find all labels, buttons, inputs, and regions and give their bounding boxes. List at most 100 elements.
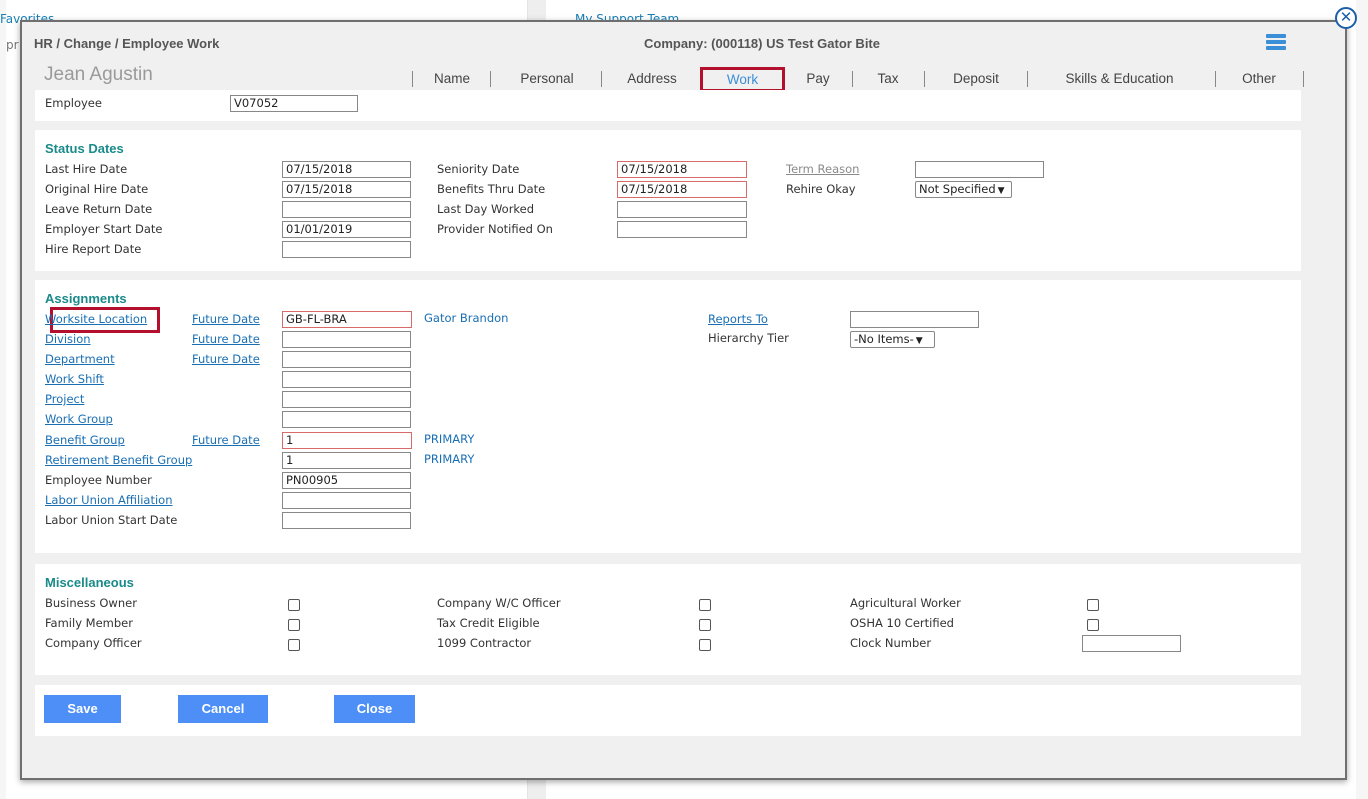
tab-name[interactable]: Name [422, 70, 482, 90]
hierarchy-tier-select[interactable]: -No Items- ▼ [850, 331, 935, 348]
tab-other[interactable]: Other [1226, 70, 1292, 90]
term-reason-link[interactable]: Term Reason [786, 162, 859, 176]
benefits-thru-date-field[interactable]: 07/15/2018 [617, 181, 747, 198]
leave-return-date-label: Leave Return Date [45, 202, 153, 216]
button-bar: Save Cancel Close [35, 685, 1301, 736]
business-owner-checkbox[interactable] [288, 599, 300, 611]
seniority-date-field[interactable]: 07/15/2018 [617, 161, 747, 178]
rehire-okay-select[interactable]: Not Specified ▼ [915, 181, 1012, 198]
company-wc-officer-checkbox[interactable] [699, 599, 711, 611]
hire-report-date-field[interactable] [282, 241, 411, 258]
tax-credit-eligible-label: Tax Credit Eligible [437, 616, 540, 630]
work-group-field[interactable] [282, 411, 411, 428]
original-hire-date-label: Original Hire Date [45, 182, 149, 196]
benefit-group-future-date-link[interactable]: Future Date [192, 433, 260, 447]
hierarchy-tier-value: -No Items- [854, 332, 914, 346]
clock-number-field[interactable] [1082, 635, 1181, 652]
employee-panel: Employee V07052 [35, 90, 1301, 121]
reports-to-field[interactable] [850, 311, 979, 328]
worksite-location-field[interactable]: GB-FL-BRA [282, 311, 412, 328]
project-link[interactable]: Project [45, 392, 84, 406]
division-field[interactable] [282, 331, 411, 348]
tab-separator [1215, 71, 1216, 87]
employee-number-label: Employee Number [45, 473, 152, 487]
provider-notified-on-field[interactable] [617, 221, 747, 238]
term-reason-field[interactable] [915, 161, 1044, 178]
last-hire-date-field[interactable]: 07/15/2018 [282, 161, 411, 178]
agricultural-worker-checkbox[interactable] [1087, 599, 1099, 611]
contractor-1099-checkbox[interactable] [699, 639, 711, 651]
hierarchy-tier-label: Hierarchy Tier [708, 331, 789, 345]
employee-field[interactable]: V07052 [230, 95, 358, 112]
assignments-panel: Assignments Worksite Location Future Dat… [35, 280, 1301, 553]
tab-separator [490, 71, 491, 87]
work-shift-field[interactable] [282, 371, 411, 388]
osha-10-certified-checkbox[interactable] [1087, 619, 1099, 631]
clock-number-label: Clock Number [850, 636, 932, 650]
department-field[interactable] [282, 351, 411, 368]
labor-union-affiliation-field[interactable] [282, 492, 411, 509]
miscellaneous-panel: Miscellaneous Business Owner Family Memb… [35, 564, 1301, 675]
tab-work[interactable]: Work [700, 67, 785, 92]
status-dates-panel: Status Dates Last Hire Date 07/15/2018 O… [35, 130, 1301, 271]
cancel-button[interactable]: Cancel [178, 695, 268, 723]
company-wc-officer-label: Company W/C Officer [437, 596, 561, 610]
retirement-benefit-group-field[interactable]: 1 [282, 452, 411, 469]
family-member-checkbox[interactable] [288, 619, 300, 631]
benefit-group-desc: PRIMARY [424, 432, 475, 446]
work-group-link[interactable]: Work Group [45, 412, 113, 426]
menu-icon[interactable] [1266, 34, 1286, 52]
agricultural-worker-label: Agricultural Worker [850, 596, 961, 610]
retirement-benefit-group-link[interactable]: Retirement Benefit Group [45, 453, 192, 467]
tab-tax[interactable]: Tax [862, 70, 914, 90]
close-button[interactable]: Close [334, 695, 415, 723]
tax-credit-eligible-checkbox[interactable] [699, 619, 711, 631]
labor-union-start-date-label: Labor Union Start Date [45, 513, 178, 527]
department-future-date-link[interactable]: Future Date [192, 352, 260, 366]
benefit-group-field[interactable]: 1 [282, 432, 412, 449]
leave-return-date-field[interactable] [282, 201, 411, 218]
division-future-date-link[interactable]: Future Date [192, 332, 260, 346]
miscellaneous-title: Miscellaneous [45, 575, 134, 590]
tab-address[interactable]: Address [614, 70, 690, 90]
last-day-worked-label: Last Day Worked [437, 202, 535, 216]
status-dates-title: Status Dates [45, 141, 124, 156]
employee-number-field[interactable]: PN00905 [282, 472, 411, 489]
assignments-title: Assignments [45, 291, 127, 306]
chevron-down-icon: ▼ [997, 186, 1005, 196]
department-link[interactable]: Department [45, 352, 115, 366]
tab-deposit[interactable]: Deposit [934, 70, 1018, 90]
tab-separator [852, 71, 853, 87]
tab-separator [924, 71, 925, 87]
company-officer-checkbox[interactable] [288, 639, 300, 651]
tab-skills-education[interactable]: Skills & Education [1042, 70, 1197, 90]
chevron-down-icon: ▼ [915, 336, 923, 346]
work-shift-link[interactable]: Work Shift [45, 372, 104, 386]
labor-union-affiliation-link[interactable]: Labor Union Affiliation [45, 493, 173, 507]
worksite-location-link[interactable]: Worksite Location [45, 312, 147, 326]
close-icon[interactable]: ✕ [1335, 7, 1357, 29]
breadcrumb: HR / Change / Employee Work [34, 36, 220, 51]
benefits-thru-date-label: Benefits Thru Date [437, 182, 546, 196]
provider-notified-on-label: Provider Notified On [437, 222, 553, 236]
tab-separator [1303, 71, 1304, 87]
worksite-future-date-link[interactable]: Future Date [192, 312, 260, 326]
seniority-date-label: Seniority Date [437, 162, 520, 176]
benefit-group-link[interactable]: Benefit Group [45, 433, 125, 447]
reports-to-link[interactable]: Reports To [708, 312, 768, 326]
company-title: Company: (000118) US Test Gator Bite [644, 36, 880, 51]
rehire-okay-value: Not Specified [919, 182, 996, 196]
original-hire-date-field[interactable]: 07/15/2018 [282, 181, 411, 198]
employer-start-date-field[interactable]: 01/01/2019 [282, 221, 411, 238]
company-officer-label: Company Officer [45, 636, 142, 650]
employer-start-date-label: Employer Start Date [45, 222, 163, 236]
save-button[interactable]: Save [44, 695, 121, 723]
tab-pay[interactable]: Pay [794, 70, 842, 90]
tab-personal[interactable]: Personal [502, 70, 592, 90]
tab-separator [601, 71, 602, 87]
division-link[interactable]: Division [45, 332, 91, 346]
last-day-worked-field[interactable] [617, 201, 747, 218]
labor-union-start-date-field[interactable] [282, 512, 411, 529]
tab-separator [412, 71, 413, 87]
project-field[interactable] [282, 391, 411, 408]
